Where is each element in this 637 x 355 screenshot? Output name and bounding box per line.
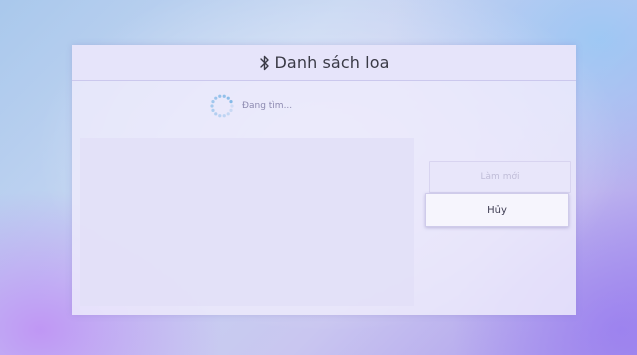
cancel-button[interactable]: Hủy	[425, 193, 569, 227]
bluetooth-icon	[259, 54, 271, 72]
search-status: Đang tìm...	[208, 92, 292, 120]
tv-screen: Danh sách loa Đang tìm... Làm mới Hủy	[0, 0, 637, 355]
status-text: Đang tìm...	[242, 101, 293, 111]
refresh-button[interactable]: Làm mới	[429, 161, 571, 193]
speaker-list[interactable]	[80, 138, 414, 306]
dialog-title: Danh sách loa	[274, 53, 390, 72]
loading-spinner-icon	[208, 92, 236, 120]
dialog-header: Danh sách loa	[72, 45, 576, 81]
speaker-list-dialog: Danh sách loa Đang tìm... Làm mới Hủy	[72, 45, 576, 315]
